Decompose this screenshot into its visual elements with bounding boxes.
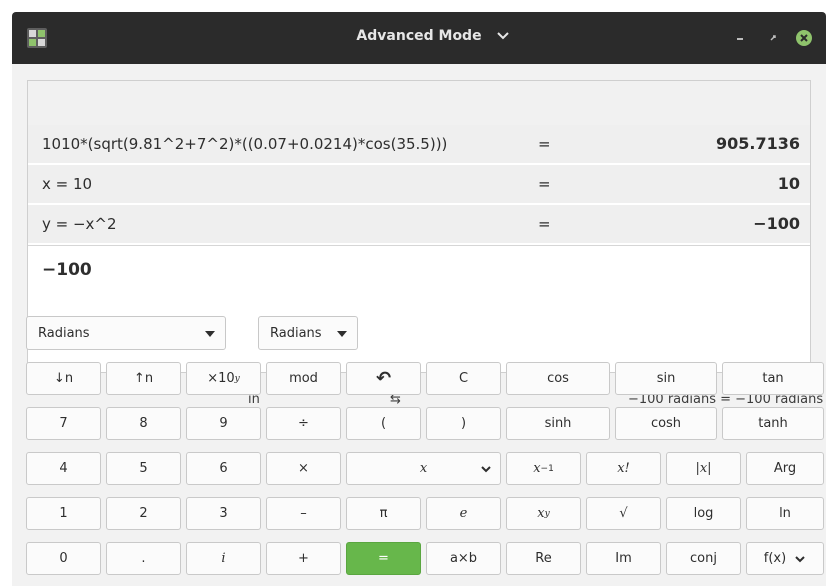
inverse-base: x bbox=[533, 461, 541, 476]
history-spacer bbox=[28, 81, 810, 125]
to-unit-dropdown[interactable]: Radians bbox=[258, 316, 358, 350]
history-result[interactable]: −100 bbox=[753, 214, 800, 233]
add-button[interactable]: + bbox=[266, 542, 341, 575]
mode-menu-button[interactable] bbox=[358, 26, 509, 50]
imaginary-label: i bbox=[221, 551, 226, 566]
imaginary-part-button[interactable]: Im bbox=[586, 542, 661, 575]
history-equals: = bbox=[538, 135, 551, 153]
maximize-icon[interactable] bbox=[763, 28, 783, 48]
entry-value[interactable]: −100 bbox=[42, 260, 92, 280]
equals-button[interactable]: = bbox=[346, 542, 421, 575]
cos-button[interactable]: cos bbox=[506, 362, 610, 395]
real-part-button[interactable]: Re bbox=[506, 542, 581, 575]
chevron-down-icon bbox=[481, 466, 491, 473]
history-expression[interactable]: y = −x^2 bbox=[42, 215, 117, 233]
factorial-button[interactable]: x! bbox=[586, 452, 661, 485]
digit-0-button[interactable]: 0 bbox=[26, 542, 101, 575]
tan-button[interactable]: tan bbox=[722, 362, 824, 395]
digit-2-button[interactable]: 2 bbox=[106, 497, 181, 530]
sinh-button[interactable]: sinh bbox=[506, 407, 610, 440]
digit-3-button[interactable]: 3 bbox=[186, 497, 261, 530]
history-expression[interactable]: x = 10 bbox=[42, 175, 92, 193]
inverse-button[interactable]: x −1 bbox=[506, 452, 581, 485]
function-label: f(x) bbox=[763, 551, 787, 566]
conjugate-button[interactable]: conj bbox=[666, 542, 741, 575]
subscript-button[interactable]: a×b bbox=[426, 542, 501, 575]
function-menu-button[interactable]: f(x) bbox=[746, 542, 824, 575]
history-row[interactable]: 1010*(sqrt(9.81^2+7^2)*((0.07+0.0214)*co… bbox=[28, 125, 810, 163]
history-row[interactable]: y = −x^2 = −100 bbox=[28, 205, 810, 243]
cosh-button[interactable]: cosh bbox=[615, 407, 717, 440]
history-equals: = bbox=[538, 175, 551, 193]
variable-menu-button[interactable]: x bbox=[346, 452, 501, 485]
undo-button[interactable]: ↶ bbox=[346, 362, 421, 395]
shift-down-button[interactable]: ↓n bbox=[26, 362, 101, 395]
expression-entry[interactable]: −100 bbox=[28, 245, 810, 372]
digit-5-button[interactable]: 5 bbox=[106, 452, 181, 485]
title-bar: Advanced Mode bbox=[12, 12, 826, 64]
digit-4-button[interactable]: 4 bbox=[26, 452, 101, 485]
abs-label: |x| bbox=[695, 461, 712, 476]
digit-8-button[interactable]: 8 bbox=[106, 407, 181, 440]
from-unit-dropdown[interactable]: Radians bbox=[26, 316, 226, 350]
dropdown-arrow-icon bbox=[205, 331, 215, 337]
euler-button[interactable]: e bbox=[426, 497, 501, 530]
history-result[interactable]: 905.7136 bbox=[716, 134, 800, 153]
power-base: x bbox=[537, 506, 545, 521]
sin-button[interactable]: sin bbox=[615, 362, 717, 395]
calculator-app-icon bbox=[27, 28, 47, 48]
close-paren-button[interactable]: ) bbox=[426, 407, 501, 440]
sqrt-button[interactable]: √ bbox=[586, 497, 661, 530]
ln-button[interactable]: ln bbox=[746, 497, 824, 530]
exponent-ten-label: ×10 bbox=[207, 371, 235, 386]
variable-label: x bbox=[419, 461, 428, 476]
chevron-down-icon bbox=[795, 555, 805, 562]
open-paren-button[interactable]: ( bbox=[346, 407, 421, 440]
digit-7-button[interactable]: 7 bbox=[26, 407, 101, 440]
pi-button[interactable]: π bbox=[346, 497, 421, 530]
subtract-button[interactable]: – bbox=[266, 497, 341, 530]
history-expression[interactable]: 1010*(sqrt(9.81^2+7^2)*((0.07+0.0214)*co… bbox=[42, 135, 447, 153]
power-superscript: y bbox=[544, 508, 550, 519]
imaginary-button[interactable]: i bbox=[186, 542, 261, 575]
exponent-ten-superscript: y bbox=[234, 373, 240, 384]
digit-9-button[interactable]: 9 bbox=[186, 407, 261, 440]
exponent-ten-button[interactable]: ×10 y bbox=[186, 362, 261, 395]
digit-1-button[interactable]: 1 bbox=[26, 497, 101, 530]
shift-up-button[interactable]: ↑n bbox=[106, 362, 181, 395]
history-equals: = bbox=[538, 215, 551, 233]
history-result[interactable]: 10 bbox=[778, 174, 800, 193]
modulus-button[interactable]: mod bbox=[266, 362, 341, 395]
euler-label: e bbox=[459, 506, 468, 521]
log-button[interactable]: log bbox=[666, 497, 741, 530]
power-button[interactable]: xy bbox=[506, 497, 581, 530]
calculator-body: 1010*(sqrt(9.81^2+7^2)*((0.07+0.0214)*co… bbox=[12, 64, 826, 586]
from-unit-label: Radians bbox=[38, 326, 90, 341]
tanh-button[interactable]: tanh bbox=[722, 407, 824, 440]
history-row[interactable]: x = 10 = 10 bbox=[28, 165, 810, 203]
digit-6-button[interactable]: 6 bbox=[186, 452, 261, 485]
abs-button[interactable]: |x| bbox=[666, 452, 741, 485]
decimal-point-button[interactable]: . bbox=[106, 542, 181, 575]
dropdown-arrow-icon bbox=[337, 331, 347, 337]
multiply-button[interactable]: × bbox=[266, 452, 341, 485]
clear-button[interactable]: C bbox=[426, 362, 501, 395]
chevron-down-icon bbox=[497, 32, 509, 40]
divide-button[interactable]: ÷ bbox=[266, 407, 341, 440]
minimize-icon[interactable] bbox=[730, 28, 750, 48]
arg-button[interactable]: Arg bbox=[746, 452, 824, 485]
close-icon[interactable] bbox=[794, 28, 814, 48]
factorial-label: x! bbox=[617, 461, 630, 476]
to-unit-label: Radians bbox=[270, 326, 322, 341]
